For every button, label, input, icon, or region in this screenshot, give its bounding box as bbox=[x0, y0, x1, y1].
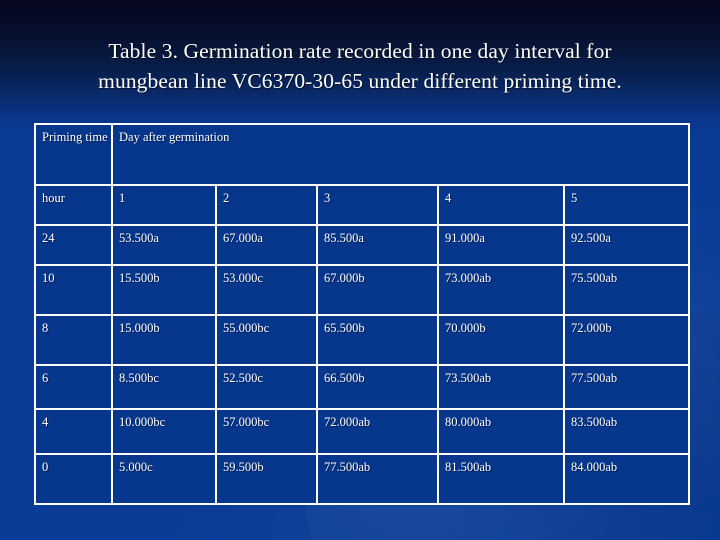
row-label-priming-time: 10 bbox=[34, 264, 113, 316]
row-label-priming-time: 24 bbox=[34, 224, 113, 266]
cell-day-2: 52.500c bbox=[215, 364, 318, 410]
table-row: 8 15.000b 55.000bc 65.500b 70.000b 72.00… bbox=[34, 314, 691, 366]
cell-day-5: 77.500ab bbox=[562, 364, 691, 410]
cell-day-4: 91.000a bbox=[437, 224, 565, 266]
header-priming-time: Priming time bbox=[34, 123, 113, 186]
cell-day-2: 53.000c bbox=[215, 264, 318, 316]
cell-day-2: 57.000bc bbox=[215, 408, 318, 455]
cell-day-1: 15.000b bbox=[111, 314, 217, 366]
cell-day-5: 75.500ab bbox=[562, 264, 691, 316]
cell-day-3: 77.500ab bbox=[316, 453, 439, 505]
table-row: 10 15.500b 53.000c 67.000b 73.000ab 75.5… bbox=[34, 264, 691, 316]
row-label-priming-time: 6 bbox=[34, 364, 113, 410]
cell-day-4: 80.000ab bbox=[437, 408, 565, 455]
header-unit-hour: hour bbox=[34, 184, 113, 226]
cell-day-1: 15.500b bbox=[111, 264, 217, 316]
header-day-after-germination: Day after germination bbox=[110, 123, 691, 186]
cell-day-1: 53.500a bbox=[111, 224, 217, 266]
cell-day-1: 10.000bc bbox=[111, 408, 217, 455]
cell-day-3: 66.500b bbox=[316, 364, 439, 410]
title-line-2: mungbean line VC6370-30-65 under differe… bbox=[98, 69, 622, 93]
table-row: 4 10.000bc 57.000bc 72.000ab 80.000ab 83… bbox=[34, 408, 691, 455]
slide-title: Table 3. Germination rate recorded in on… bbox=[18, 36, 702, 96]
table-row: 0 5.000c 59.500b 77.500ab 81.500ab 84.00… bbox=[34, 453, 691, 505]
cell-day-2: 55.000bc bbox=[215, 314, 318, 366]
row-label-priming-time: 0 bbox=[34, 453, 113, 505]
table-row: 24 53.500a 67.000a 85.500a 91.000a 92.50… bbox=[34, 224, 691, 266]
cell-day-4: 73.000ab bbox=[437, 264, 565, 316]
header-day-1: 1 bbox=[111, 184, 217, 226]
germination-rate-table: Priming time Day after germination hour … bbox=[34, 123, 691, 505]
cell-day-4: 81.500ab bbox=[437, 453, 565, 505]
header-day-2: 2 bbox=[215, 184, 318, 226]
slide-canvas: Table 3. Germination rate recorded in on… bbox=[0, 0, 720, 540]
table-row: 6 8.500bc 52.500c 66.500b 73.500ab 77.50… bbox=[34, 364, 691, 410]
cell-day-3: 85.500a bbox=[316, 224, 439, 266]
cell-day-4: 73.500ab bbox=[437, 364, 565, 410]
cell-day-3: 65.500b bbox=[316, 314, 439, 366]
cell-day-4: 70.000b bbox=[437, 314, 565, 366]
cell-day-2: 59.500b bbox=[215, 453, 318, 505]
header-day-4: 4 bbox=[437, 184, 565, 226]
table-header-row-group: Priming time Day after germination bbox=[34, 123, 691, 186]
cell-day-3: 67.000b bbox=[316, 264, 439, 316]
cell-day-2: 67.000a bbox=[215, 224, 318, 266]
header-day-5: 5 bbox=[562, 184, 691, 226]
cell-day-5: 72.000b bbox=[562, 314, 691, 366]
cell-day-3: 72.000ab bbox=[316, 408, 439, 455]
cell-day-5: 92.500a bbox=[562, 224, 691, 266]
row-label-priming-time: 4 bbox=[34, 408, 113, 455]
cell-day-1: 8.500bc bbox=[111, 364, 217, 410]
cell-day-5: 84.000ab bbox=[562, 453, 691, 505]
cell-day-1: 5.000c bbox=[111, 453, 217, 505]
header-day-3: 3 bbox=[316, 184, 439, 226]
table-header-row-days: hour 1 2 3 4 5 bbox=[34, 184, 691, 226]
cell-day-5: 83.500ab bbox=[562, 408, 691, 455]
row-label-priming-time: 8 bbox=[34, 314, 113, 366]
title-line-1: Table 3. Germination rate recorded in on… bbox=[108, 39, 612, 63]
